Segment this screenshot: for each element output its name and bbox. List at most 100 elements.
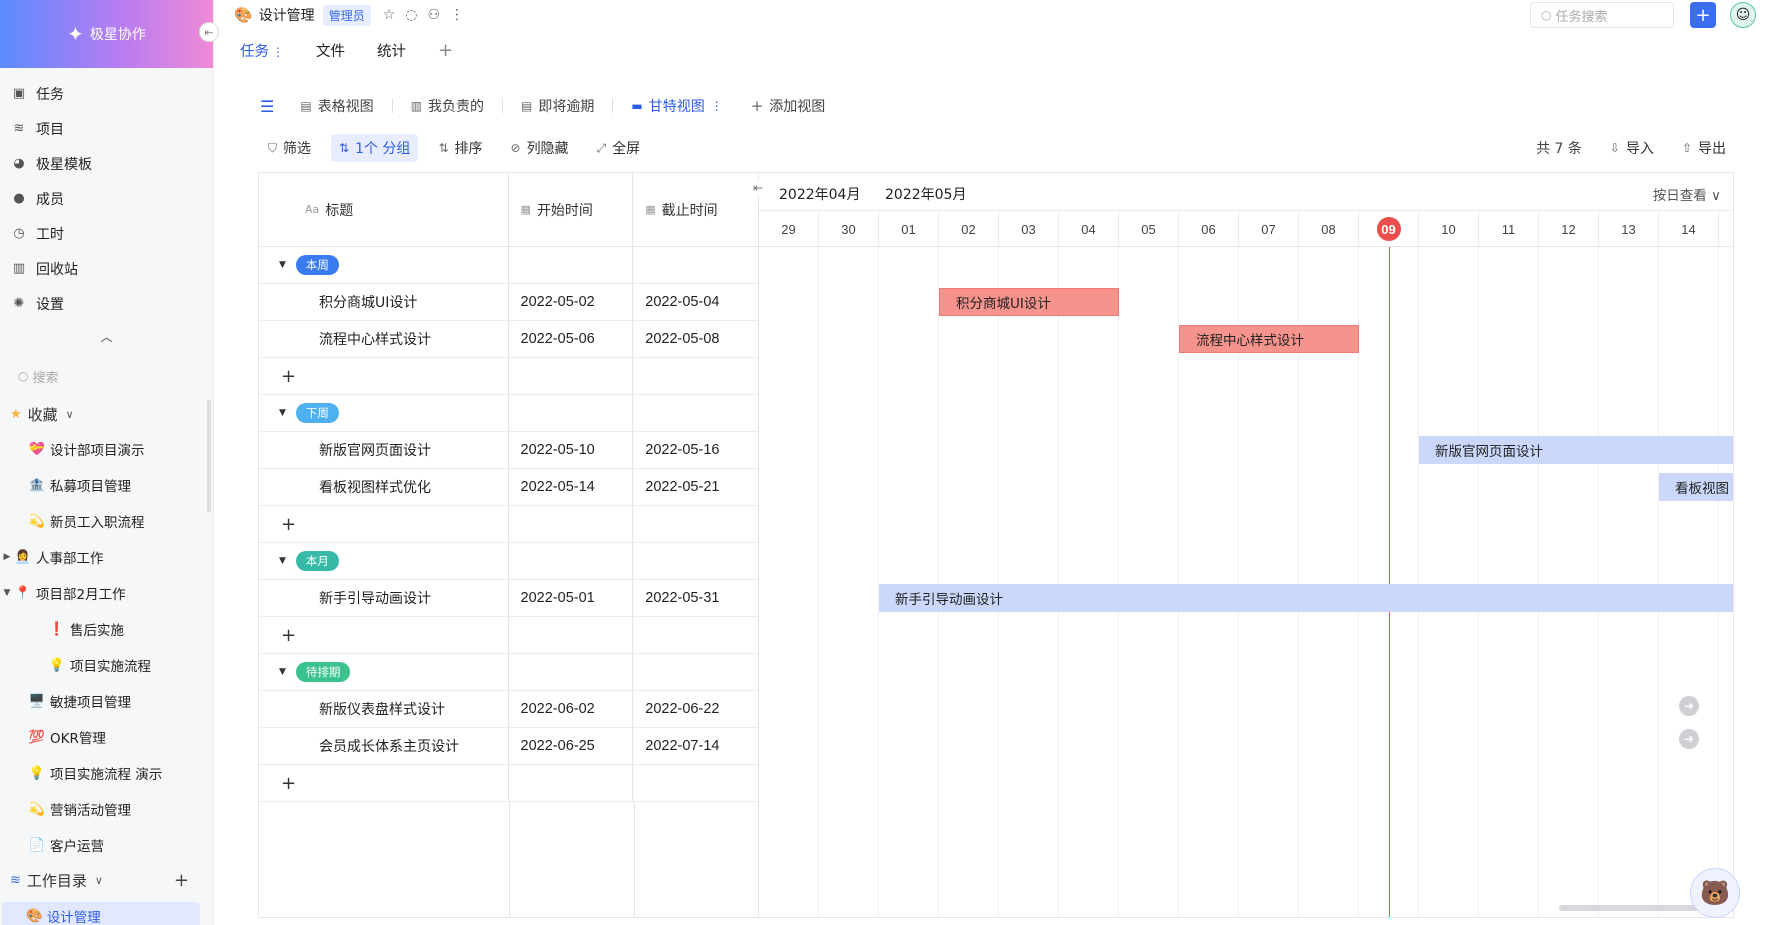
- caret-down-icon[interactable]: ▼: [279, 667, 286, 677]
- task-title[interactable]: 新版仪表盘样式设计: [259, 691, 509, 727]
- task-end[interactable]: 2022-07-14: [633, 728, 758, 764]
- hide-columns-button[interactable]: ⊘ 列隐藏: [503, 134, 577, 162]
- tab-stats[interactable]: 统计: [377, 40, 406, 61]
- table-row[interactable]: 新手引导动画设计 2022-05-01 2022-05-31: [259, 580, 758, 617]
- view-gantt[interactable]: ▬ 甘特视图 ⋮: [631, 96, 722, 116]
- group-row[interactable]: ▼ 本周: [259, 247, 758, 284]
- task-start[interactable]: 2022-05-06: [509, 321, 634, 357]
- table-row[interactable]: 会员成长体系主页设计 2022-06-25 2022-07-14: [259, 728, 758, 765]
- header-end[interactable]: ▦ 截止时间: [633, 173, 758, 246]
- filter-button[interactable]: ⛉ 筛选: [260, 134, 319, 162]
- task-end[interactable]: 2022-05-08: [633, 321, 758, 357]
- scroll-to-task-icon[interactable]: ➜: [1679, 696, 1699, 716]
- export-button[interactable]: ⇧ 导出: [1674, 134, 1734, 162]
- add-task-row[interactable]: +: [259, 765, 758, 802]
- nav-item-tasks[interactable]: ▣ 任务: [0, 76, 213, 111]
- add-task-button[interactable]: +: [1690, 2, 1716, 28]
- task-title[interactable]: 新版官网页面设计: [259, 432, 509, 468]
- add-view-button[interactable]: + 添加视图: [751, 96, 826, 116]
- task-start[interactable]: 2022-05-10: [509, 432, 634, 468]
- avatar[interactable]: ☺: [1730, 2, 1756, 28]
- task-start[interactable]: 2022-05-02: [509, 284, 634, 320]
- caret-down-icon[interactable]: ▼: [279, 260, 286, 270]
- gantt-bar[interactable]: 积分商城UI设计: [939, 288, 1119, 316]
- favorite-item[interactable]: ▶ 👩‍💼 人事部工作: [0, 539, 213, 575]
- nav-collapse-chevron-up-icon[interactable]: ︿: [0, 321, 213, 351]
- nav-item-worktime[interactable]: ◷ 工时: [0, 216, 213, 251]
- task-start[interactable]: 2022-05-01: [509, 580, 634, 616]
- chat-icon[interactable]: ◌: [405, 7, 417, 23]
- table-row[interactable]: 积分商城UI设计 2022-05-02 2022-05-04: [259, 284, 758, 321]
- view-overdue[interactable]: ▤ 即将逾期: [521, 96, 594, 116]
- tab-files[interactable]: 文件: [316, 40, 345, 61]
- fullscreen-button[interactable]: ⤢ 全屏: [589, 134, 649, 162]
- task-end[interactable]: 2022-06-22: [633, 691, 758, 727]
- nav-item-projects[interactable]: ≋ 项目: [0, 111, 213, 146]
- task-start[interactable]: 2022-06-02: [509, 691, 634, 727]
- task-title[interactable]: 看板视图样式优化: [259, 469, 509, 505]
- add-task-row[interactable]: +: [259, 617, 758, 654]
- task-end[interactable]: 2022-05-31: [633, 580, 758, 616]
- table-row[interactable]: 流程中心样式设计 2022-05-06 2022-05-08: [259, 321, 758, 358]
- nav-item-settings[interactable]: ✺ 设置: [0, 286, 213, 321]
- caret-down-icon[interactable]: ▼: [279, 408, 286, 418]
- assistant-mascot-icon[interactable]: 🐻: [1690, 868, 1740, 918]
- menu-icon[interactable]: ☰: [260, 97, 274, 116]
- favorite-item[interactable]: 💯 OKR管理: [0, 719, 213, 755]
- task-title[interactable]: 新手引导动画设计: [259, 580, 509, 616]
- caret-down-icon[interactable]: ▼: [0, 588, 14, 598]
- favorite-item[interactable]: 📄 客户运营: [0, 827, 213, 863]
- group-row[interactable]: ▼ 待排期: [259, 654, 758, 691]
- task-search-input[interactable]: ○ 任务搜索: [1530, 2, 1674, 28]
- caret-down-icon[interactable]: ▼: [279, 556, 286, 566]
- more-icon[interactable]: ⋮: [450, 7, 464, 23]
- group-row[interactable]: ▼ 本月: [259, 543, 758, 580]
- sidebar-scrollbar[interactable]: [207, 400, 211, 512]
- tab-tasks[interactable]: 任务 ⋮: [240, 40, 284, 61]
- sidebar-search-input[interactable]: ○ 搜索: [18, 365, 213, 387]
- workdir-header[interactable]: ≋ 工作目录 ∨ +: [0, 863, 213, 897]
- nav-item-trash[interactable]: ▥ 回收站: [0, 251, 213, 286]
- import-button[interactable]: ⇩ 导入: [1602, 134, 1662, 162]
- nav-item-members[interactable]: ● 成员: [0, 181, 213, 216]
- task-title[interactable]: 流程中心样式设计: [259, 321, 509, 357]
- favorite-item[interactable]: ❗ 售后实施: [0, 611, 213, 647]
- gantt-bar[interactable]: 新手引导动画设计: [879, 584, 1733, 612]
- add-task-row[interactable]: +: [259, 358, 758, 395]
- add-task-icon[interactable]: +: [259, 358, 509, 394]
- add-workdir-icon[interactable]: +: [174, 870, 189, 891]
- task-start[interactable]: 2022-06-25: [509, 728, 634, 764]
- group-row[interactable]: ▼ 下周: [259, 395, 758, 432]
- favorite-item[interactable]: 💫 新员工入职流程: [0, 503, 213, 539]
- header-start[interactable]: ▦ 开始时间: [509, 173, 634, 246]
- add-task-icon[interactable]: +: [259, 617, 509, 653]
- scroll-to-task-icon[interactable]: ➜: [1679, 729, 1699, 749]
- add-tab-icon[interactable]: +: [438, 40, 453, 61]
- favorite-item[interactable]: ▼ 📍 项目部2月工作: [0, 575, 213, 611]
- task-start[interactable]: 2022-05-14: [509, 469, 634, 505]
- gantt-bar[interactable]: 新版官网页面设计: [1419, 436, 1733, 464]
- task-title[interactable]: 会员成长体系主页设计: [259, 728, 509, 764]
- favorites-header[interactable]: ★ 收藏 ∨: [0, 397, 213, 431]
- favorite-item[interactable]: 💫 营销活动管理: [0, 791, 213, 827]
- task-title[interactable]: 积分商城UI设计: [259, 284, 509, 320]
- favorite-item[interactable]: 🖥️ 敏捷项目管理: [0, 683, 213, 719]
- task-end[interactable]: 2022-05-16: [633, 432, 758, 468]
- collapse-table-icon[interactable]: ⇤: [753, 181, 764, 195]
- favorite-item[interactable]: 💝 设计部项目演示: [0, 431, 213, 467]
- view-mine[interactable]: ▥ 我负责的: [411, 96, 484, 116]
- header-title[interactable]: Aa 标题: [259, 173, 509, 246]
- add-task-row[interactable]: +: [259, 506, 758, 543]
- favorite-item[interactable]: 🏦 私募项目管理: [0, 467, 213, 503]
- add-task-icon[interactable]: +: [259, 506, 509, 542]
- table-row[interactable]: 新版仪表盘样式设计 2022-06-02 2022-06-22: [259, 691, 758, 728]
- sort-button[interactable]: ⇅ 排序: [430, 134, 490, 162]
- star-icon[interactable]: ☆: [383, 7, 396, 23]
- group-button[interactable]: ⇅ 1个 分组: [331, 134, 419, 162]
- view-table[interactable]: ▤ 表格视图: [300, 96, 373, 116]
- nav-item-templates[interactable]: ◕ 极星模板: [0, 146, 213, 181]
- more-icon[interactable]: ⋮: [711, 99, 723, 113]
- favorite-item[interactable]: 💡 项目实施流程: [0, 647, 213, 683]
- caret-right-icon[interactable]: ▶: [0, 552, 14, 562]
- favorite-item[interactable]: 💡 项目实施流程 演示: [0, 755, 213, 791]
